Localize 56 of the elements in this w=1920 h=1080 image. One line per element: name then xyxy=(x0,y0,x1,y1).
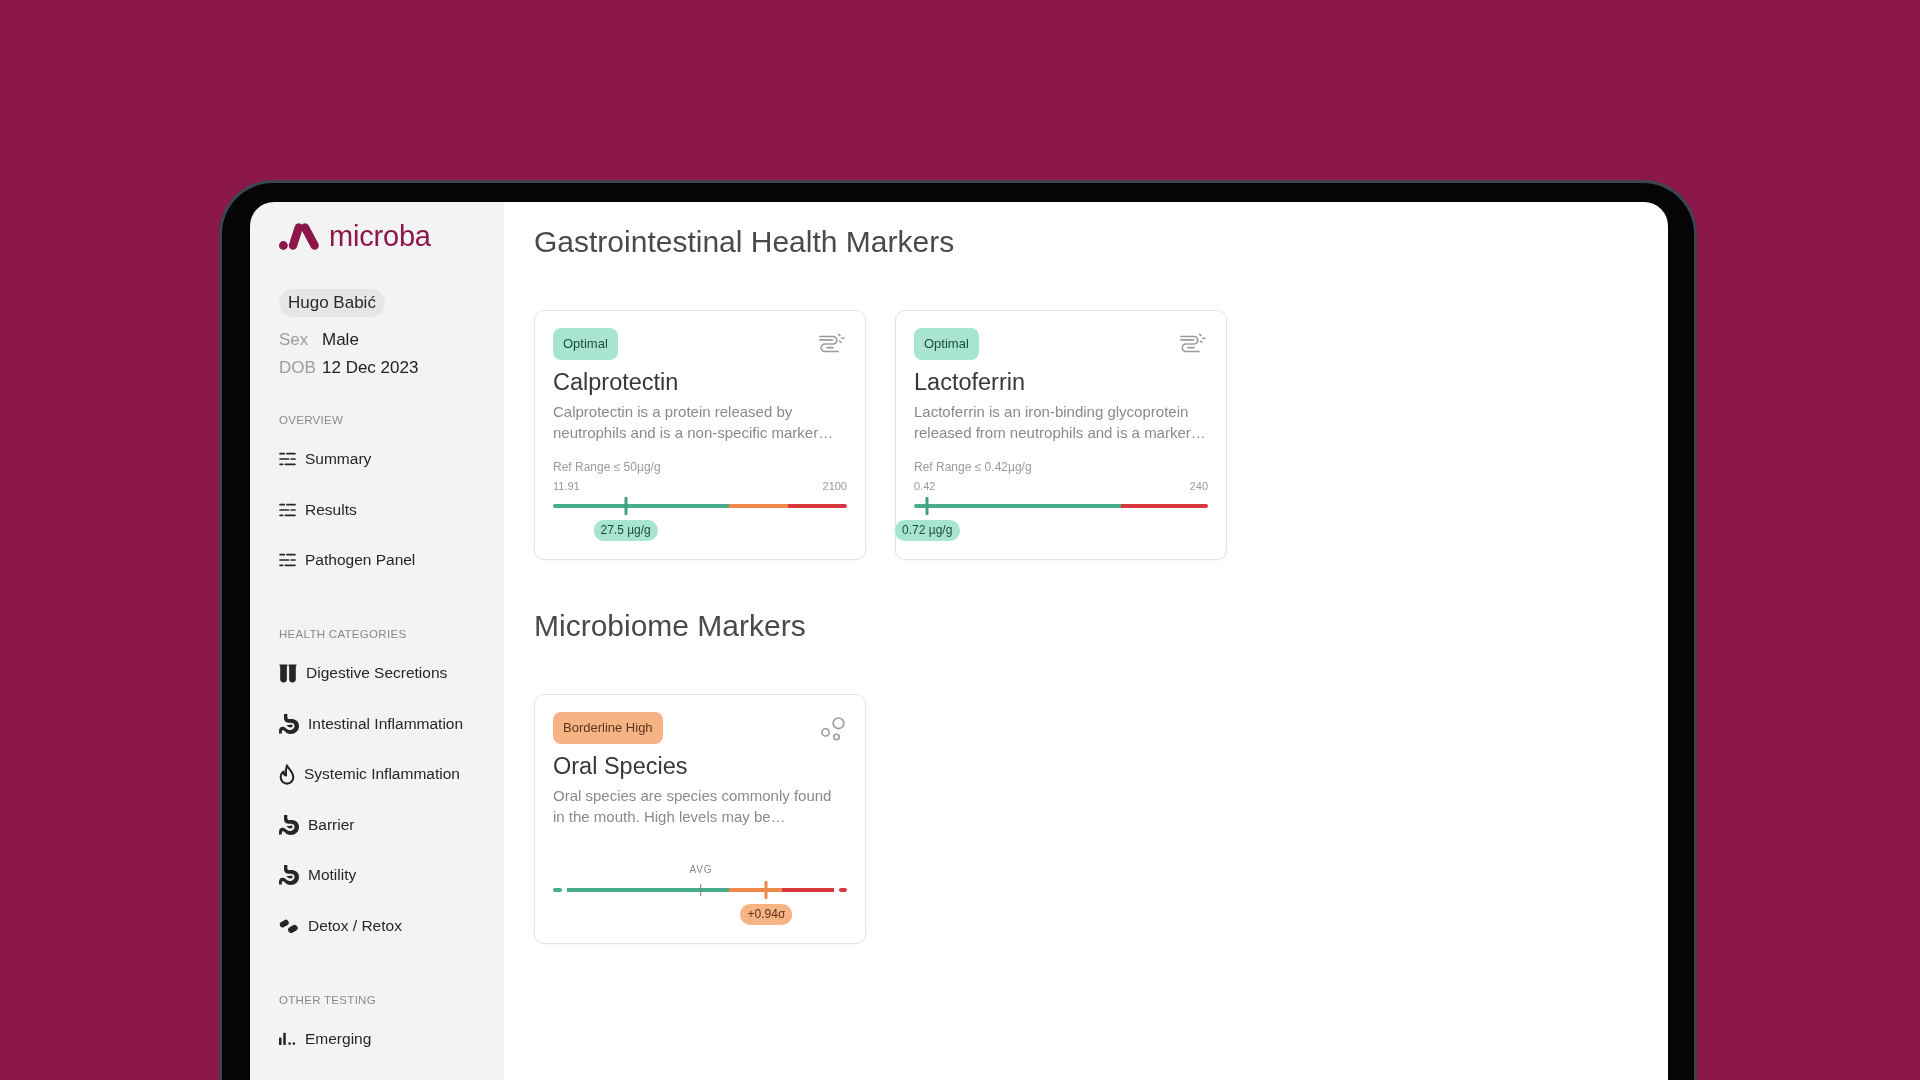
nav-item[interactable]: Intestinal Inflammation xyxy=(271,708,472,739)
list-lines-icon xyxy=(279,553,296,567)
card-title: Lactoferrin xyxy=(914,368,1026,396)
intestine-icon xyxy=(1180,333,1206,355)
card-title: Calprotectin xyxy=(553,368,679,396)
bar-dots-icon xyxy=(279,1032,296,1045)
nav-item[interactable]: Barrier xyxy=(271,809,363,840)
nav-item[interactable]: Results xyxy=(271,494,365,525)
reference-range: Ref Range ≤ 50µg/g xyxy=(553,460,661,474)
nav-item[interactable]: Summary xyxy=(271,444,380,474)
section-label: HEALTH CATEGORIES xyxy=(279,627,407,641)
nav-item[interactable]: Digestive Secretions xyxy=(271,658,456,688)
value-reading: 0.72 µg/g xyxy=(895,520,960,541)
patient-name: Hugo Babić xyxy=(279,289,385,317)
field-label: DOB xyxy=(279,357,316,379)
scale-min: 0.42 xyxy=(914,479,936,493)
card-description: Lactoferrin is an iron-binding glycoprotein released from neutrophils and is a marker… xyxy=(914,402,1207,443)
stomach-icon xyxy=(279,713,299,734)
nav-item[interactable]: Pathogen Panel xyxy=(271,545,424,575)
nav-item[interactable]: Motility xyxy=(271,860,365,890)
section-heading: Gastrointestinal Health Markers xyxy=(534,225,955,259)
nav-item[interactable]: Detox / Retox xyxy=(271,910,410,941)
scale-max: 240 xyxy=(1189,479,1208,493)
test-tubes-icon xyxy=(279,663,297,683)
brand-name: microba xyxy=(329,223,431,250)
scale-max: 2100 xyxy=(822,479,847,493)
section-label: OTHER TESTING xyxy=(279,992,376,1007)
pills-icon xyxy=(279,917,299,934)
card-description: Oral species are species commonly found in the mouth. High levels may be… xyxy=(553,786,833,827)
bubbles-icon xyxy=(821,717,845,741)
range-segment xyxy=(838,888,847,892)
average-label: AVG xyxy=(689,863,713,877)
status-badge: Optimal xyxy=(553,328,618,360)
logo-icon xyxy=(279,223,319,250)
intestine-icon xyxy=(819,333,845,355)
scale-min: 11.91 xyxy=(553,479,580,493)
list-lines-icon xyxy=(279,502,296,517)
section-heading: Microbiome Markers xyxy=(534,609,806,643)
nav-item[interactable]: Systemic Inflammation xyxy=(271,759,468,789)
status-badge: Optimal xyxy=(914,328,979,360)
stomach-icon xyxy=(279,865,299,885)
list-lines-icon xyxy=(279,452,296,466)
nav-item[interactable]: Emerging xyxy=(271,1023,380,1054)
field-value: Male xyxy=(322,329,359,351)
stomach-icon xyxy=(279,814,299,835)
section-label: OVERVIEW xyxy=(279,413,344,427)
field-value: 12 Dec 2023 xyxy=(322,357,419,379)
field-label: Sex xyxy=(279,329,309,351)
card-description: Calprotectin is a protein released by neutrophils and is a non-specific marker… xyxy=(553,402,835,443)
flame-icon xyxy=(279,763,295,785)
reference-range: Ref Range ≤ 0.42µg/g xyxy=(914,460,1032,474)
value-reading: 27.5 µg/g xyxy=(593,520,658,541)
value-reading: +0.94σ xyxy=(740,904,793,925)
card-title: Oral Species xyxy=(553,752,688,780)
range-segment xyxy=(553,888,563,892)
status-badge: Borderline High xyxy=(553,712,663,744)
